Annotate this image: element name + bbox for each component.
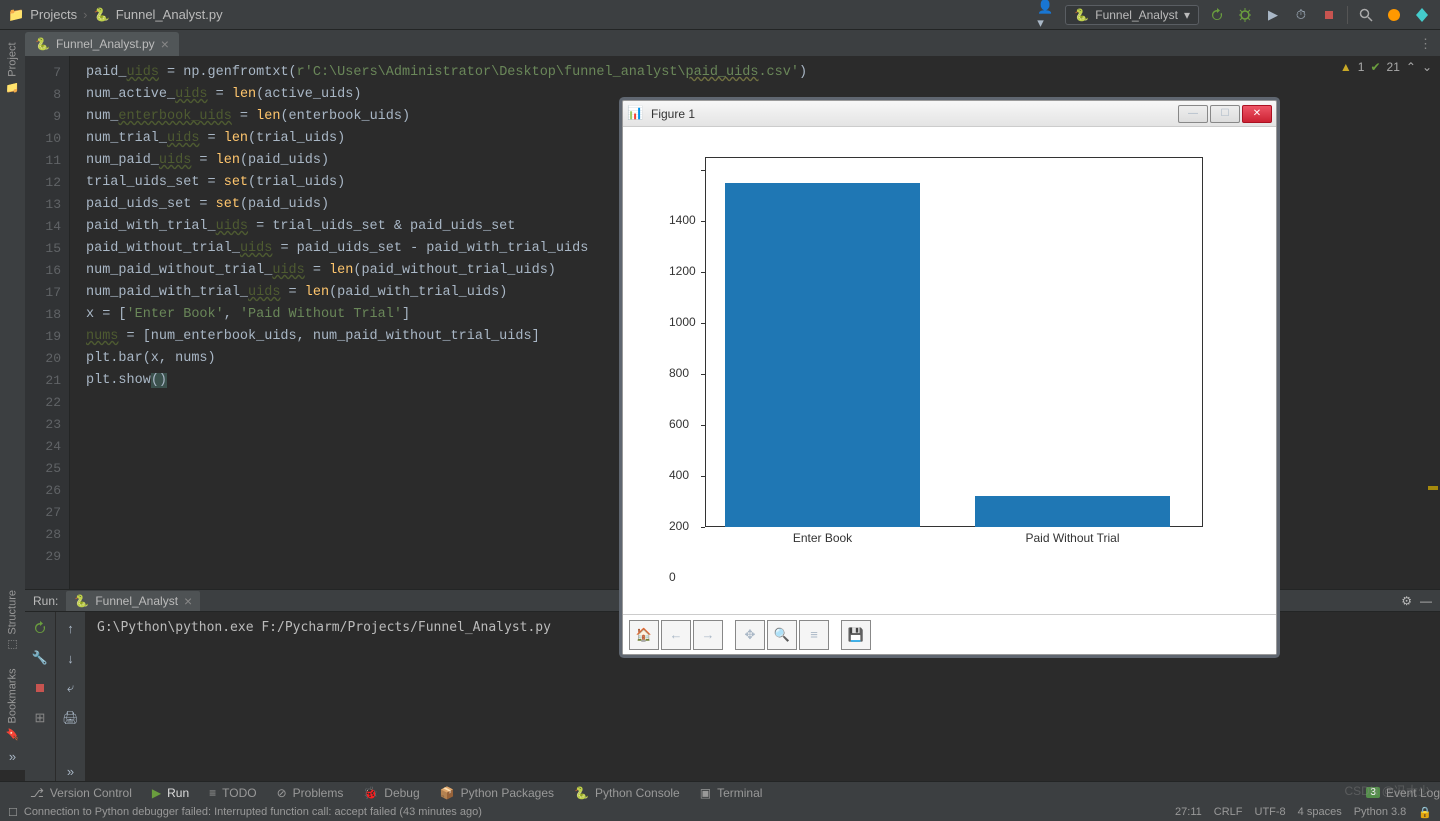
- todo-icon: ≡: [209, 786, 216, 800]
- save-icon[interactable]: 💾: [841, 620, 871, 650]
- problems-icon: ⊘: [277, 786, 287, 800]
- inspections-summary[interactable]: ▲1 ✔21 ⌃ ⌄: [1340, 60, 1432, 74]
- lock-icon[interactable]: 🔒: [1418, 806, 1432, 819]
- layout-icon[interactable]: ⊞: [30, 708, 50, 728]
- run-coverage-icon[interactable]: ▶: [1263, 5, 1283, 25]
- tab-problems[interactable]: ⊘Problems: [277, 786, 344, 800]
- terminal-icon: ▣: [700, 786, 711, 800]
- pass-count: 21: [1387, 60, 1400, 74]
- run-tab[interactable]: 🐍 Funnel_Analyst ×: [66, 591, 200, 611]
- sync-icon[interactable]: [1384, 5, 1404, 25]
- tab-run[interactable]: ▶Run: [152, 786, 189, 800]
- refresh-icon[interactable]: [1207, 5, 1227, 25]
- check-icon: ✔: [1370, 60, 1380, 74]
- back-icon[interactable]: ←: [661, 620, 691, 650]
- close-icon[interactable]: ×: [161, 36, 169, 52]
- top-bar: 📁 Projects › 🐍 Funnel_Analyst.py 👤▾ 🐍 Fu…: [0, 0, 1440, 30]
- editor-scrollbar[interactable]: [1428, 56, 1438, 611]
- run-tab-label: Funnel_Analyst: [95, 594, 178, 608]
- close-button[interactable]: ✕: [1242, 105, 1272, 123]
- python-icon: 🐍: [74, 594, 89, 608]
- figure-title: Figure 1: [651, 107, 695, 121]
- status-bar: ☐ Connection to Python debugger failed: …: [0, 803, 1440, 821]
- package-icon: 📦: [440, 786, 455, 800]
- line-gutter: 7891011121314151617181920212223242526272…: [25, 56, 70, 611]
- figure-toolbar: 🏠 ← → ✥ 🔍 ≡ 💾: [623, 614, 1276, 654]
- status-message: Connection to Python debugger failed: In…: [24, 806, 482, 818]
- tab-python-packages[interactable]: 📦Python Packages: [440, 786, 554, 800]
- ide-icon[interactable]: [1412, 5, 1432, 25]
- sidebar-item-structure[interactable]: ⬚ Structure: [6, 582, 19, 660]
- left-gutter: 📁 Project ⬚ Structure 🔖 Bookmarks »: [0, 30, 25, 770]
- tab-todo[interactable]: ≡TODO: [209, 786, 256, 800]
- debug-icon[interactable]: [1235, 5, 1255, 25]
- stop-icon[interactable]: [1319, 5, 1339, 25]
- play-icon: ▶: [152, 786, 161, 800]
- rerun-icon[interactable]: [30, 618, 50, 638]
- print-icon[interactable]: 🖨: [61, 708, 81, 728]
- profile-icon[interactable]: ⏱: [1291, 5, 1311, 25]
- file-tab[interactable]: 🐍 Funnel_Analyst.py ×: [25, 32, 179, 56]
- zoom-icon[interactable]: 🔍: [767, 620, 797, 650]
- status-icon: ☐: [8, 806, 18, 819]
- editor-tabs: 🐍 Funnel_Analyst.py × ⋮: [0, 30, 1440, 56]
- forward-icon[interactable]: →: [693, 620, 723, 650]
- breadcrumb-file[interactable]: Funnel_Analyst.py: [116, 7, 223, 22]
- figure-canvas: 0200400600800100012001400Enter BookPaid …: [623, 127, 1276, 614]
- home-icon[interactable]: 🏠: [629, 620, 659, 650]
- configure-icon[interactable]: ≡: [799, 620, 829, 650]
- gear-icon[interactable]: ⚙: [1401, 594, 1412, 608]
- more-icon[interactable]: ⋮: [1411, 32, 1440, 56]
- wrap-icon[interactable]: ⤶: [61, 678, 81, 698]
- bottom-tool-tabs: ⎇Version Control ▶Run ≡TODO ⊘Problems 🐞D…: [0, 781, 1440, 803]
- python-file-icon: 🐍: [35, 37, 50, 51]
- add-user-icon[interactable]: 👤▾: [1037, 5, 1057, 25]
- python-file-icon: 🐍: [94, 7, 110, 23]
- down-icon[interactable]: ↓: [61, 648, 81, 668]
- breadcrumb-root[interactable]: Projects: [30, 7, 77, 22]
- stop-icon[interactable]: [30, 678, 50, 698]
- tab-version-control[interactable]: ⎇Version Control: [30, 786, 132, 800]
- chevron-right-icon: ›: [83, 7, 87, 22]
- file-tab-label: Funnel_Analyst.py: [56, 37, 155, 51]
- maximize-button[interactable]: ☐: [1210, 105, 1240, 123]
- chevron-down-icon: ▾: [1184, 8, 1190, 22]
- run-config-name: Funnel_Analyst: [1095, 8, 1178, 22]
- python-icon: 🐍: [574, 786, 589, 800]
- minimize-icon[interactable]: —: [1420, 594, 1432, 608]
- folder-icon: 📁: [8, 7, 24, 23]
- line-separator[interactable]: CRLF: [1214, 806, 1243, 819]
- run-config-selector[interactable]: 🐍 Funnel_Analyst ▾: [1065, 5, 1199, 25]
- chevron-up-icon[interactable]: ⌃: [1406, 60, 1416, 74]
- warning-icon: ▲: [1340, 60, 1352, 74]
- search-icon[interactable]: [1356, 5, 1376, 25]
- python-icon: 🐍: [1074, 8, 1089, 22]
- debug-icon: 🐞: [363, 786, 378, 800]
- interpreter[interactable]: Python 3.8: [1354, 806, 1407, 819]
- file-encoding[interactable]: UTF-8: [1255, 806, 1286, 819]
- tab-debug[interactable]: 🐞Debug: [363, 786, 419, 800]
- caret-position[interactable]: 27:11: [1175, 806, 1202, 819]
- watermark: CSDN @冯大少: [1344, 782, 1430, 799]
- pan-icon[interactable]: ✥: [735, 620, 765, 650]
- expand-icon[interactable]: »: [61, 761, 81, 781]
- warning-count: 1: [1358, 60, 1365, 74]
- wrench-icon[interactable]: 🔧: [30, 648, 50, 668]
- minimize-button[interactable]: —: [1178, 105, 1208, 123]
- sidebar-item-bookmarks[interactable]: 🔖 Bookmarks: [6, 660, 19, 748]
- breadcrumb[interactable]: 📁 Projects › 🐍 Funnel_Analyst.py: [8, 7, 223, 23]
- tab-terminal[interactable]: ▣Terminal: [700, 786, 763, 800]
- up-icon[interactable]: ↑: [61, 618, 81, 638]
- matplotlib-icon: 📊: [627, 105, 645, 123]
- figure-window[interactable]: 📊 Figure 1 — ☐ ✕ 02004006008001000120014…: [622, 100, 1277, 655]
- tab-python-console[interactable]: 🐍Python Console: [574, 786, 680, 800]
- show-panel-icon[interactable]: »: [5, 748, 21, 764]
- figure-titlebar[interactable]: 📊 Figure 1 — ☐ ✕: [623, 101, 1276, 127]
- close-icon[interactable]: ×: [184, 593, 192, 609]
- indent[interactable]: 4 spaces: [1298, 806, 1342, 819]
- branch-icon: ⎇: [30, 786, 44, 800]
- run-title: Run:: [33, 594, 58, 608]
- sidebar-item-project[interactable]: 📁 Project: [6, 34, 19, 102]
